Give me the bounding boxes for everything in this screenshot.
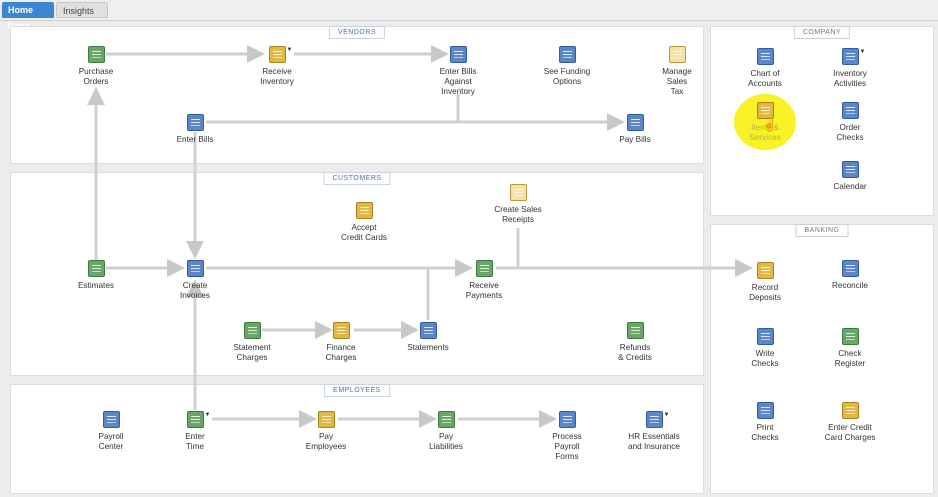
credit-card-icon	[355, 202, 373, 219]
print-checks-node[interactable]: Print Checks	[725, 402, 805, 443]
order-checks-node[interactable]: Order Checks	[810, 102, 890, 143]
enter-time-node[interactable]: ▼ Enter Time	[155, 411, 235, 452]
calendar-icon	[841, 161, 859, 178]
estimates-node[interactable]: Estimates	[56, 260, 136, 291]
manage-sales-tax-node[interactable]: Manage Sales Tax	[637, 46, 717, 97]
write-checks-icon	[756, 328, 774, 345]
enter-bills-against-inventory-node[interactable]: Enter Bills Against Inventory	[418, 46, 498, 97]
refunds-credits-icon	[626, 322, 644, 339]
accept-credit-cards-node[interactable]: Accept Credit Cards	[324, 202, 404, 243]
dropdown-arrow-icon[interactable]: ▼	[860, 47, 866, 57]
pay-liabilities-icon	[437, 411, 455, 428]
order-checks-icon	[841, 102, 859, 119]
sales-receipt-icon	[509, 184, 527, 201]
tab-insights[interactable]: Insights	[56, 2, 108, 18]
print-checks-icon	[756, 402, 774, 419]
receive-inventory-node[interactable]: ▼ Receive Inventory	[237, 46, 317, 87]
check-register-icon	[841, 328, 859, 345]
dropdown-arrow-icon[interactable]: ▼	[205, 410, 211, 420]
statement-charges-icon	[243, 322, 261, 339]
inventory-activities-icon: ▼	[841, 48, 866, 65]
create-invoices-node[interactable]: Create Invoices	[155, 260, 235, 301]
record-deposits-icon	[756, 262, 774, 279]
enter-bills-icon	[186, 114, 204, 131]
items-services-icon	[756, 102, 774, 119]
credit-card-charges-icon	[841, 402, 859, 419]
create-sales-receipts-node[interactable]: Create Sales Receipts	[478, 184, 558, 225]
tab-home-page[interactable]: Home Page	[2, 2, 54, 31]
funding-options-icon	[558, 46, 576, 63]
calendar-node[interactable]: Calendar	[810, 161, 890, 192]
enter-bills-against-inventory-icon	[449, 46, 467, 63]
refunds-credits-node[interactable]: Refunds & Credits	[595, 322, 675, 363]
dropdown-arrow-icon[interactable]: ▼	[664, 410, 670, 420]
statements-node[interactable]: Statements	[388, 322, 468, 353]
purchase-orders-node[interactable]: Purchase Orders	[56, 46, 136, 87]
hand-cursor-icon: ☝	[762, 118, 777, 132]
reconcile-icon	[841, 260, 859, 277]
employees-section-title: EMPLOYEES	[324, 384, 390, 397]
statement-charges-node[interactable]: Statement Charges	[212, 322, 292, 363]
pay-bills-icon	[626, 114, 644, 131]
dropdown-arrow-icon[interactable]: ▼	[287, 45, 293, 55]
hr-essentials-node[interactable]: ▼ HR Essentials and Insurance	[614, 411, 694, 452]
pay-employees-node[interactable]: Pay Employees	[286, 411, 366, 452]
write-checks-node[interactable]: Write Checks	[725, 328, 805, 369]
record-deposits-node[interactable]: Record Deposits	[725, 262, 805, 303]
vendors-section-title: VENDORS	[328, 26, 386, 39]
statements-icon	[419, 322, 437, 339]
banking-section-title: BANKING	[795, 224, 849, 237]
pay-bills-node[interactable]: Pay Bills	[595, 114, 675, 145]
receive-payments-node[interactable]: Receive Payments	[444, 260, 524, 301]
sales-tax-icon	[668, 46, 686, 63]
pay-liabilities-node[interactable]: Pay Liabilities	[406, 411, 486, 452]
inventory-activities-node[interactable]: ▼ Inventory Activities	[810, 48, 890, 89]
estimates-icon	[87, 260, 105, 277]
company-section-title: COMPANY	[793, 26, 851, 39]
payroll-center-icon	[102, 411, 120, 428]
payroll-center-node[interactable]: Payroll Center	[71, 411, 151, 452]
process-payroll-forms-node[interactable]: Process Payroll Forms	[527, 411, 607, 462]
customers-section-title: CUSTOMERS	[323, 172, 391, 185]
finance-charges-node[interactable]: Finance Charges	[301, 322, 381, 363]
chart-of-accounts-icon	[756, 48, 774, 65]
home-tab-bar: Home Page Insights	[0, 0, 938, 31]
check-register-node[interactable]: Check Register	[810, 328, 890, 369]
payroll-forms-icon	[558, 411, 576, 428]
purchase-orders-icon	[87, 46, 105, 63]
finance-charges-icon	[332, 322, 350, 339]
enter-credit-card-charges-node[interactable]: Enter Credit Card Charges	[810, 402, 890, 443]
reconcile-node[interactable]: Reconcile	[810, 260, 890, 291]
enter-time-icon: ▼	[186, 411, 211, 428]
pay-employees-icon	[317, 411, 335, 428]
receive-inventory-icon: ▼	[268, 46, 293, 63]
receive-payments-icon	[475, 260, 493, 277]
enter-bills-node[interactable]: Enter Bills	[155, 114, 235, 145]
hr-essentials-icon: ▼	[645, 411, 670, 428]
see-funding-options-node[interactable]: See Funding Options	[527, 46, 607, 87]
chart-of-accounts-node[interactable]: Chart of Accounts	[725, 48, 805, 89]
invoice-icon	[186, 260, 204, 277]
